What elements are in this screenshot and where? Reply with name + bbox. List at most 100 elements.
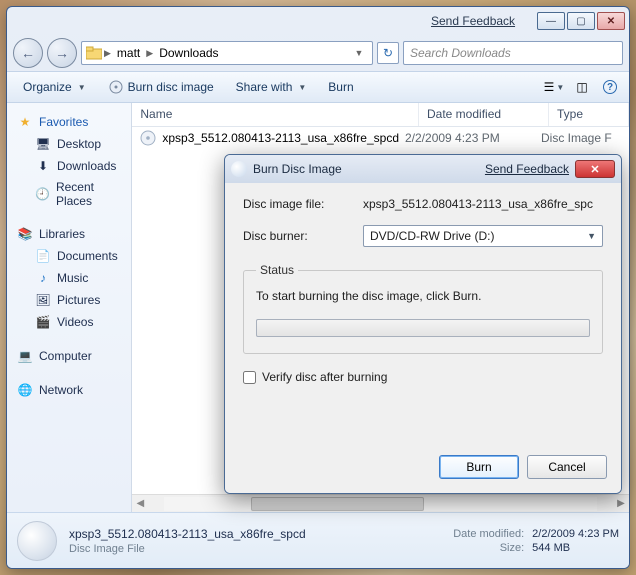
view-button[interactable]: ☰▼ xyxy=(543,76,565,98)
back-icon: ← xyxy=(21,45,35,61)
sidebar-item-music[interactable]: ♪ Music xyxy=(7,267,131,289)
column-date[interactable]: Date modified xyxy=(419,103,549,126)
favorites-label: Favorites xyxy=(39,115,88,129)
sidebar-item-label: Documents xyxy=(57,249,118,263)
scroll-right-icon[interactable]: ▶ xyxy=(613,498,629,509)
minimize-icon: — xyxy=(546,16,556,27)
sidebar-item-pictures[interactable]: 🖼Pictures xyxy=(7,289,131,311)
nav-row: ← → ▶ matt ▶ Downloads ▼ ↻ Search Downlo… xyxy=(7,35,629,71)
preview-pane-button[interactable]: ◫ xyxy=(571,76,593,98)
disc-burner-select[interactable]: DVD/CD-RW Drive (D:) ▼ xyxy=(363,225,603,247)
status-legend: Status xyxy=(256,263,298,277)
sidebar: ★ Favorites 🖥Desktop ⬇ Downloads 🕘Recent … xyxy=(7,103,132,512)
column-type[interactable]: Type xyxy=(549,103,629,126)
libraries-label: Libraries xyxy=(39,227,85,241)
chevron-down-icon: ▼ xyxy=(587,231,596,241)
computer-icon: 💻 xyxy=(17,348,33,364)
organize-label: Organize xyxy=(23,80,72,94)
sidebar-item-label: Pictures xyxy=(57,293,100,307)
refresh-button[interactable]: ↻ xyxy=(377,42,399,64)
sidebar-item-label: Desktop xyxy=(57,137,101,151)
back-button[interactable]: ← xyxy=(13,38,43,68)
breadcrumb-seg-user[interactable]: matt xyxy=(113,46,144,60)
status-text: To start burning the disc image, click B… xyxy=(256,289,590,303)
sidebar-item-label: Videos xyxy=(57,315,93,329)
file-type: Disc Image F xyxy=(541,131,621,145)
view-icon: ☰ xyxy=(544,80,555,94)
disc-image-icon xyxy=(140,130,156,146)
pane-icon: ◫ xyxy=(576,80,587,94)
chevron-down-icon: ▼ xyxy=(556,83,564,92)
downloads-icon: ⬇ xyxy=(35,158,51,174)
file-row[interactable]: xpsp3_5512.080413-2113_usa_x86fre_spcd 2… xyxy=(132,127,629,149)
cancel-button[interactable]: Cancel xyxy=(527,455,607,479)
scroll-thumb[interactable] xyxy=(251,497,424,511)
chevron-right-icon: ▶ xyxy=(104,48,111,59)
breadcrumb-seg-folder[interactable]: Downloads xyxy=(155,46,222,60)
details-filename: xpsp3_5512.080413-2113_usa_x86fre_spcd xyxy=(69,527,306,541)
burn-button[interactable]: Burn xyxy=(439,455,519,479)
folder-icon xyxy=(86,46,102,60)
sidebar-libraries[interactable]: 📚 Libraries xyxy=(7,223,131,245)
star-icon: ★ xyxy=(17,114,33,130)
horizontal-scrollbar[interactable]: ◀ ▶ xyxy=(132,494,629,512)
help-button[interactable]: ? xyxy=(599,76,621,98)
share-with-button[interactable]: Share with ▼ xyxy=(228,76,315,98)
details-pane: xpsp3_5512.080413-2113_usa_x86fre_spcd D… xyxy=(7,512,629,568)
disc-icon xyxy=(231,161,247,177)
details-size-label: Size: xyxy=(453,542,524,554)
close-icon: ✕ xyxy=(590,163,599,176)
scroll-track[interactable] xyxy=(164,497,597,511)
burn-disc-image-button[interactable]: Burn disc image xyxy=(100,75,222,99)
chevron-down-icon: ▼ xyxy=(298,83,306,92)
share-label: Share with xyxy=(236,80,293,94)
verify-checkbox[interactable] xyxy=(243,371,256,384)
burn-image-label: Burn disc image xyxy=(128,80,214,94)
network-label: Network xyxy=(39,383,83,397)
verify-checkbox-row[interactable]: Verify disc after burning xyxy=(243,370,603,384)
sidebar-item-documents[interactable]: 📄Documents xyxy=(7,245,131,267)
sidebar-network[interactable]: 🌐Network xyxy=(7,379,131,401)
dialog-close-button[interactable]: ✕ xyxy=(575,160,615,178)
send-feedback-link[interactable]: Send Feedback xyxy=(431,14,515,28)
dialog-body: Disc image file: xpsp3_5512.080413-2113_… xyxy=(225,183,621,445)
minimize-button[interactable]: — xyxy=(537,12,565,30)
verify-label: Verify disc after burning xyxy=(262,370,387,384)
sidebar-computer[interactable]: 💻 Computer xyxy=(7,345,131,367)
progress-bar xyxy=(256,319,590,337)
details-filetype: Disc Image File xyxy=(69,543,306,555)
sidebar-item-videos[interactable]: 🎬 Videos xyxy=(7,311,131,333)
organize-button[interactable]: Organize▼ xyxy=(15,76,94,98)
close-button[interactable]: ✕ xyxy=(597,12,625,30)
burn-button-toolbar[interactable]: Burn xyxy=(320,76,361,98)
sidebar-item-label: Recent Places xyxy=(56,180,121,208)
disc-icon xyxy=(108,79,124,95)
dialog-feedback-link[interactable]: Send Feedback xyxy=(485,162,569,176)
sidebar-item-recent[interactable]: 🕘Recent Places xyxy=(7,177,131,211)
sidebar-item-desktop[interactable]: 🖥Desktop xyxy=(7,133,131,155)
details-date-label: Date modified: xyxy=(453,528,524,540)
sidebar-item-label: Downloads xyxy=(57,159,116,173)
maximize-button[interactable]: ▢ xyxy=(567,12,595,30)
videos-icon: 🎬 xyxy=(35,314,51,330)
forward-button[interactable]: → xyxy=(47,38,77,68)
dialog-title: Burn Disc Image xyxy=(253,162,342,176)
burn-label: Burn xyxy=(328,80,353,94)
forward-icon: → xyxy=(55,45,69,61)
file-name: xpsp3_5512.080413-2113_usa_x86fre_spcd xyxy=(162,131,399,145)
sidebar-item-label: Music xyxy=(57,271,88,285)
column-name[interactable]: Name xyxy=(132,103,419,126)
computer-label: Computer xyxy=(39,349,92,363)
music-icon: ♪ xyxy=(35,270,51,286)
breadcrumb[interactable]: ▶ matt ▶ Downloads ▼ xyxy=(81,41,373,65)
file-date: 2/2/2009 4:23 PM xyxy=(405,131,535,145)
breadcrumb-dropdown[interactable]: ▼ xyxy=(350,48,368,58)
sidebar-favorites[interactable]: ★ Favorites xyxy=(7,111,131,133)
disc-burner-label: Disc burner: xyxy=(243,229,353,243)
status-fieldset: Status To start burning the disc image, … xyxy=(243,263,603,354)
sidebar-item-downloads[interactable]: ⬇ Downloads xyxy=(7,155,131,177)
search-input[interactable]: Search Downloads xyxy=(403,41,623,65)
burn-disc-image-dialog: Burn Disc Image Send Feedback ✕ Disc ima… xyxy=(224,154,622,494)
scroll-left-icon[interactable]: ◀ xyxy=(132,498,148,509)
disc-image-file-label: Disc image file: xyxy=(243,197,353,211)
